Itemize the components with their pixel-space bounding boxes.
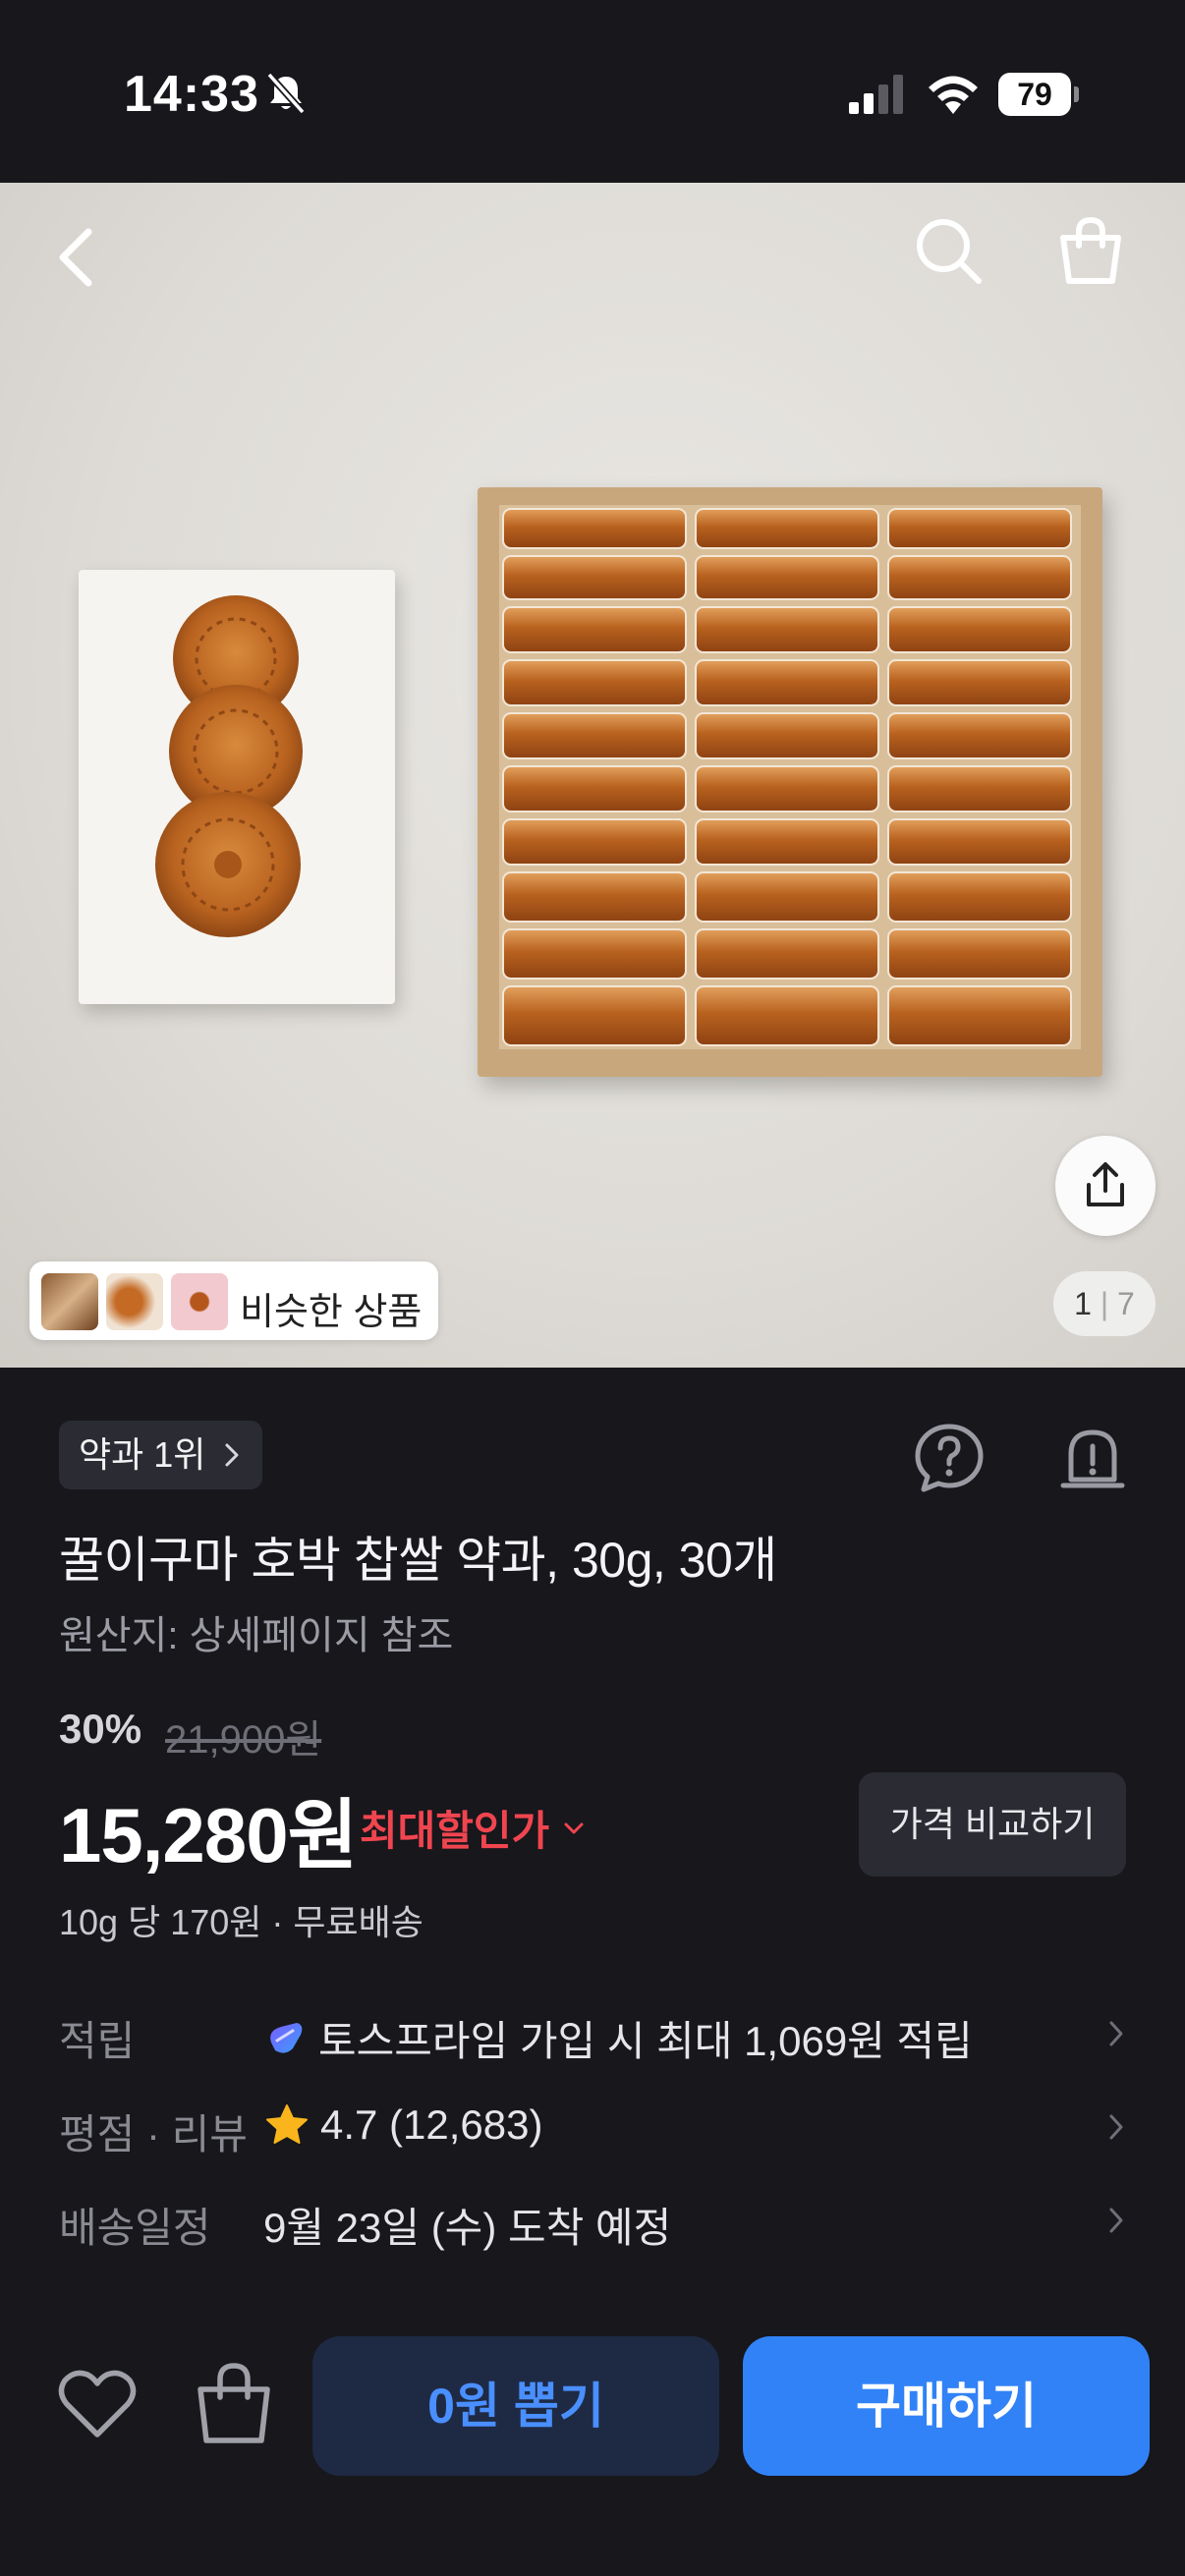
cellular-signal-icon xyxy=(849,75,903,114)
shopping-bag-icon[interactable] xyxy=(193,2358,275,2446)
image-counter: 1 | 7 xyxy=(1053,1271,1156,1336)
question-chat-icon[interactable] xyxy=(912,1421,987,1495)
rating-value: 4.7 (12,683) xyxy=(320,2101,543,2148)
max-discount-label: 최대할인가 xyxy=(360,1808,550,1854)
original-price: 21,900원 xyxy=(165,1718,322,1762)
product-photo-box xyxy=(478,487,1102,1077)
heart-icon[interactable] xyxy=(55,2362,140,2446)
product-title: 꿀이구마 호박 찹쌀 약과, 30g, 30개 xyxy=(59,1533,777,1588)
chevron-down-icon xyxy=(564,1822,584,1833)
shopping-bag-icon[interactable] xyxy=(1051,212,1130,291)
sale-price: 15,280원 xyxy=(59,1792,358,1878)
back-arrow-icon[interactable] xyxy=(49,222,104,293)
similar-product-thumbnail xyxy=(106,1273,163,1330)
category-rank-badge[interactable]: 약과 1위 xyxy=(59,1421,263,1489)
star-icon xyxy=(266,2104,308,2144)
product-origin: 원산지: 상세페이지 참조 xyxy=(59,1614,454,1657)
product-image-gallery[interactable]: 비슷한 상품 1 | 7 xyxy=(0,183,1185,1368)
status-bar: 14:33 79 xyxy=(0,0,1185,183)
delivery-value: 9월 23일 (수) 도착 예정 xyxy=(263,2205,672,2251)
image-counter-current: 1 xyxy=(1074,1286,1092,1321)
buy-button[interactable]: 구매하기 xyxy=(743,2336,1150,2476)
delivery-schedule-row[interactable]: 배송일정 9월 23일 (수) 도착 예정 xyxy=(59,2187,1126,2256)
image-counter-total: 7 xyxy=(1117,1286,1135,1321)
price-compare-button[interactable]: 가격 비교하기 xyxy=(859,1772,1126,1876)
toss-prime-gem-icon xyxy=(270,2022,303,2053)
points-row[interactable]: 적립 토스프라임 가입 시 최대 1,069원 적립 xyxy=(59,2000,1126,2069)
delivery-label: 배송일정 xyxy=(59,2205,211,2251)
points-label: 적립 xyxy=(59,2018,136,2064)
packaged-yakgwa-illustration xyxy=(502,508,1072,1046)
similar-product-thumbnail xyxy=(171,1273,228,1330)
share-icon xyxy=(1087,1162,1124,1206)
chevron-right-icon xyxy=(1109,2021,1123,2046)
status-time: 14:33 xyxy=(124,66,259,123)
max-discount-dropdown[interactable]: 최대할인가 xyxy=(360,1798,585,1858)
wifi-icon xyxy=(929,76,978,114)
product-photo-plate xyxy=(79,570,395,1004)
rating-review-row[interactable]: 평점 · 리뷰 4.7 (12,683) xyxy=(59,2094,1126,2162)
yakgwa-on-plate-illustration xyxy=(155,595,303,937)
similar-products-button[interactable]: 비슷한 상품 xyxy=(29,1261,438,1340)
similar-products-label: 비슷한 상품 xyxy=(240,1292,423,1333)
battery-level: 79 xyxy=(1017,77,1052,112)
unit-price-shipping: 10g 당 170원 · 무료배송 xyxy=(59,1902,423,1942)
bell-slash-icon xyxy=(266,72,306,115)
rating-label: 평점 · 리뷰 xyxy=(59,2111,248,2157)
discount-rate: 30% xyxy=(59,1706,142,1752)
points-value: 토스프라임 가입 시 최대 1,069원 적립 xyxy=(318,2018,973,2064)
battery-icon: 79 xyxy=(998,73,1079,116)
chevron-right-icon xyxy=(1109,2114,1123,2140)
chevron-right-icon xyxy=(225,1443,239,1467)
similar-product-thumbnail xyxy=(41,1273,98,1330)
chevron-right-icon xyxy=(1109,2208,1123,2233)
report-alert-icon[interactable] xyxy=(1055,1421,1130,1495)
zero-won-draw-button[interactable]: 0원 뽑기 xyxy=(312,2336,719,2476)
rank-badge-label: 약과 1위 xyxy=(79,1434,206,1475)
search-icon[interactable] xyxy=(910,212,988,291)
share-button[interactable] xyxy=(1055,1136,1156,1236)
